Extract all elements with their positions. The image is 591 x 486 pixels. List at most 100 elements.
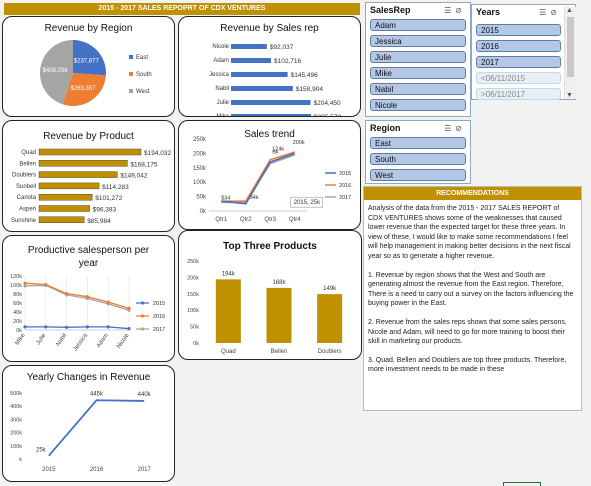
bar bbox=[38, 171, 118, 178]
years-scrollbar[interactable]: ▲ ▼ bbox=[564, 7, 576, 99]
salesrep-slicer[interactable]: SalesRep ☰⊘ Adam Jessica Julie Mike Nabil Nic… bbox=[365, 2, 471, 117]
series-marker bbox=[65, 291, 69, 296]
bar-category-label: Sunbell bbox=[16, 184, 36, 190]
top-three-products-chart: 0k 50k 100k 150k 200k 250k 194k Quad 168k Bellen 1… bbox=[187, 259, 343, 355]
bar bbox=[38, 160, 128, 167]
bar-category-label: Nicole bbox=[212, 44, 229, 50]
slicer-item-nicole[interactable]: Nicole bbox=[370, 99, 466, 111]
x-tick-label: 2015 bbox=[42, 467, 56, 473]
scroll-down-icon[interactable]: ▼ bbox=[566, 92, 573, 99]
y-tick-label: 40k bbox=[13, 310, 22, 316]
recommendations-title: RECOMMENDATIONS bbox=[364, 187, 581, 200]
recommendation-paragraph: 3. Quad, Bellen and Doublers are top thr… bbox=[368, 356, 567, 374]
multi-select-icon[interactable]: ☰ bbox=[444, 6, 455, 15]
y-tick-label: 60k bbox=[13, 301, 22, 307]
slicer-controls: ☰⊘ bbox=[444, 124, 466, 133]
clear-filter-icon[interactable]: ⊘ bbox=[455, 124, 466, 133]
bar-value-label: 194k bbox=[222, 271, 236, 277]
bar-value-label: $96,383 bbox=[93, 207, 117, 214]
bar-value-label: $114,283 bbox=[102, 184, 129, 191]
point-label: Bk bbox=[272, 149, 279, 155]
y-tick-label: 100k bbox=[187, 308, 199, 314]
scroll-thumb[interactable] bbox=[567, 17, 574, 77]
clear-filter-icon[interactable]: ⊘ bbox=[550, 8, 561, 17]
series-marker bbox=[23, 325, 27, 329]
bar bbox=[231, 100, 311, 105]
y-tick-label: 100k bbox=[10, 444, 22, 450]
selected-cell[interactable] bbox=[503, 482, 541, 486]
slicer-item-west[interactable]: West bbox=[370, 169, 466, 181]
legend-marker bbox=[140, 327, 145, 331]
years-slicer[interactable]: Years ☰⊘ 2015 2016 2017 <06/11/2015 >06/11/2… bbox=[471, 4, 576, 100]
bar bbox=[231, 114, 311, 116]
slicer-item-adam[interactable]: Adam bbox=[370, 19, 466, 31]
recommendation-paragraph: Analysis of the data from the 2015 - 201… bbox=[368, 205, 571, 260]
bar-value-label: $92,037 bbox=[270, 44, 294, 51]
slicer-item-2016[interactable]: 2016 bbox=[476, 40, 561, 52]
y-tick-label: 50k bbox=[196, 195, 207, 201]
x-tick-label: Qtr2 bbox=[240, 217, 252, 223]
slicer-item-no-data[interactable]: <06/11/2015 bbox=[476, 72, 561, 84]
legend-label: East bbox=[136, 55, 148, 61]
region-slicer[interactable]: Region ☰⊘ East South West bbox=[365, 120, 471, 184]
slicer-item-no-data[interactable]: >06/11/2017 bbox=[476, 88, 561, 100]
clear-filter-icon[interactable]: ⊘ bbox=[455, 6, 466, 15]
pie-slice-label: $408,038 bbox=[43, 68, 69, 74]
x-tick-label: 2017 bbox=[137, 467, 151, 473]
slicer-item-julie[interactable]: Julie bbox=[370, 51, 466, 63]
series-marker bbox=[44, 282, 48, 287]
series-line bbox=[24, 284, 130, 311]
y-tick-label: 200k bbox=[10, 431, 22, 437]
point-label: 200k bbox=[293, 140, 305, 146]
x-tick-label: Adam bbox=[96, 333, 110, 349]
y-tick-label: 100k bbox=[10, 283, 22, 289]
bar bbox=[38, 216, 85, 224]
bar bbox=[38, 193, 93, 201]
bar-value-label: $102,716 bbox=[274, 58, 301, 65]
x-tick-label: Bellen bbox=[271, 349, 288, 355]
top-three-products-panel[interactable]: Top Three Products 0k 50k 100k 150k 200k 250k… bbox=[178, 230, 362, 360]
multi-select-icon[interactable]: ☰ bbox=[444, 124, 455, 133]
legend-marker bbox=[140, 301, 145, 305]
sales-trend-chart: 0k 50k 100k 150k 200k 250k Qtr1 Qtr2 Qtr3 Qtr4 $34… bbox=[193, 137, 351, 223]
revenue-by-product-chart: Quad $194,032 Bellen $168,175 Doublers $149,0… bbox=[11, 148, 171, 225]
slicer-item-2017[interactable]: 2017 bbox=[476, 56, 561, 68]
multi-select-icon[interactable]: ☰ bbox=[539, 8, 550, 17]
slicer-controls: ☰⊘ bbox=[444, 6, 466, 15]
recommendation-paragraph: 2. Revenue from the sales reps shows tha… bbox=[368, 318, 567, 346]
bar-value-label: $101,272 bbox=[95, 195, 122, 202]
bar bbox=[266, 287, 292, 343]
x-tick-label: Jessica bbox=[73, 332, 90, 352]
legend-label: 2017 bbox=[339, 195, 351, 201]
y-tick-label: 50k bbox=[190, 325, 199, 331]
y-tick-label: 120k bbox=[10, 274, 22, 280]
slicer-item-south[interactable]: South bbox=[370, 153, 466, 165]
yearly-changes-panel[interactable]: Yearly Changes in Revenue k 100k 200k 300k 4… bbox=[2, 365, 175, 482]
revenue-by-sales-rep-panel[interactable]: Revenue by Sales rep Nicole $92,037 Adam $1… bbox=[178, 16, 361, 117]
sales-trend-panel[interactable]: Sales trend 0k 50k 100k 150k 200k 250k Qtr1 Qtr… bbox=[178, 120, 361, 230]
y-tick-label: 500k bbox=[10, 391, 22, 397]
bar-category-label: Nabil bbox=[215, 86, 229, 92]
slicer-item-mike[interactable]: Mike bbox=[370, 67, 466, 79]
point-label: 25k bbox=[36, 448, 47, 454]
legend-label: South bbox=[136, 72, 152, 78]
slicer-item-jessica[interactable]: Jessica bbox=[370, 35, 466, 47]
bar bbox=[231, 44, 267, 49]
point-label: 34k bbox=[250, 195, 259, 201]
revenue-by-product-panel[interactable]: Revenue by Product Quad $194,032 Bellen $16… bbox=[2, 120, 175, 232]
bar-category-label: Mike bbox=[216, 114, 229, 117]
productive-salesperson-panel[interactable]: Productive salesperson per year 0k 20k 40k… bbox=[2, 235, 175, 362]
slicer-item-2015[interactable]: 2015 bbox=[476, 24, 561, 36]
recommendations-panel: RECOMMENDATIONS Analysis of the data fro… bbox=[363, 186, 582, 411]
scroll-up-icon[interactable]: ▲ bbox=[566, 7, 573, 14]
revenue-by-region-panel[interactable]: Revenue by Region $237,877 $263,357 $408,0… bbox=[2, 16, 175, 117]
bar bbox=[38, 148, 142, 156]
series-line bbox=[24, 282, 130, 310]
legend-swatch bbox=[129, 55, 133, 59]
slicer-item-nabil[interactable]: Nabil bbox=[370, 83, 466, 95]
series-marker bbox=[85, 325, 89, 329]
slicer-item-east[interactable]: East bbox=[370, 137, 466, 149]
legend-swatch bbox=[129, 89, 133, 93]
bar-category-label: Adam bbox=[213, 58, 229, 64]
tooltip-text: 2015, 25k bbox=[294, 200, 321, 206]
